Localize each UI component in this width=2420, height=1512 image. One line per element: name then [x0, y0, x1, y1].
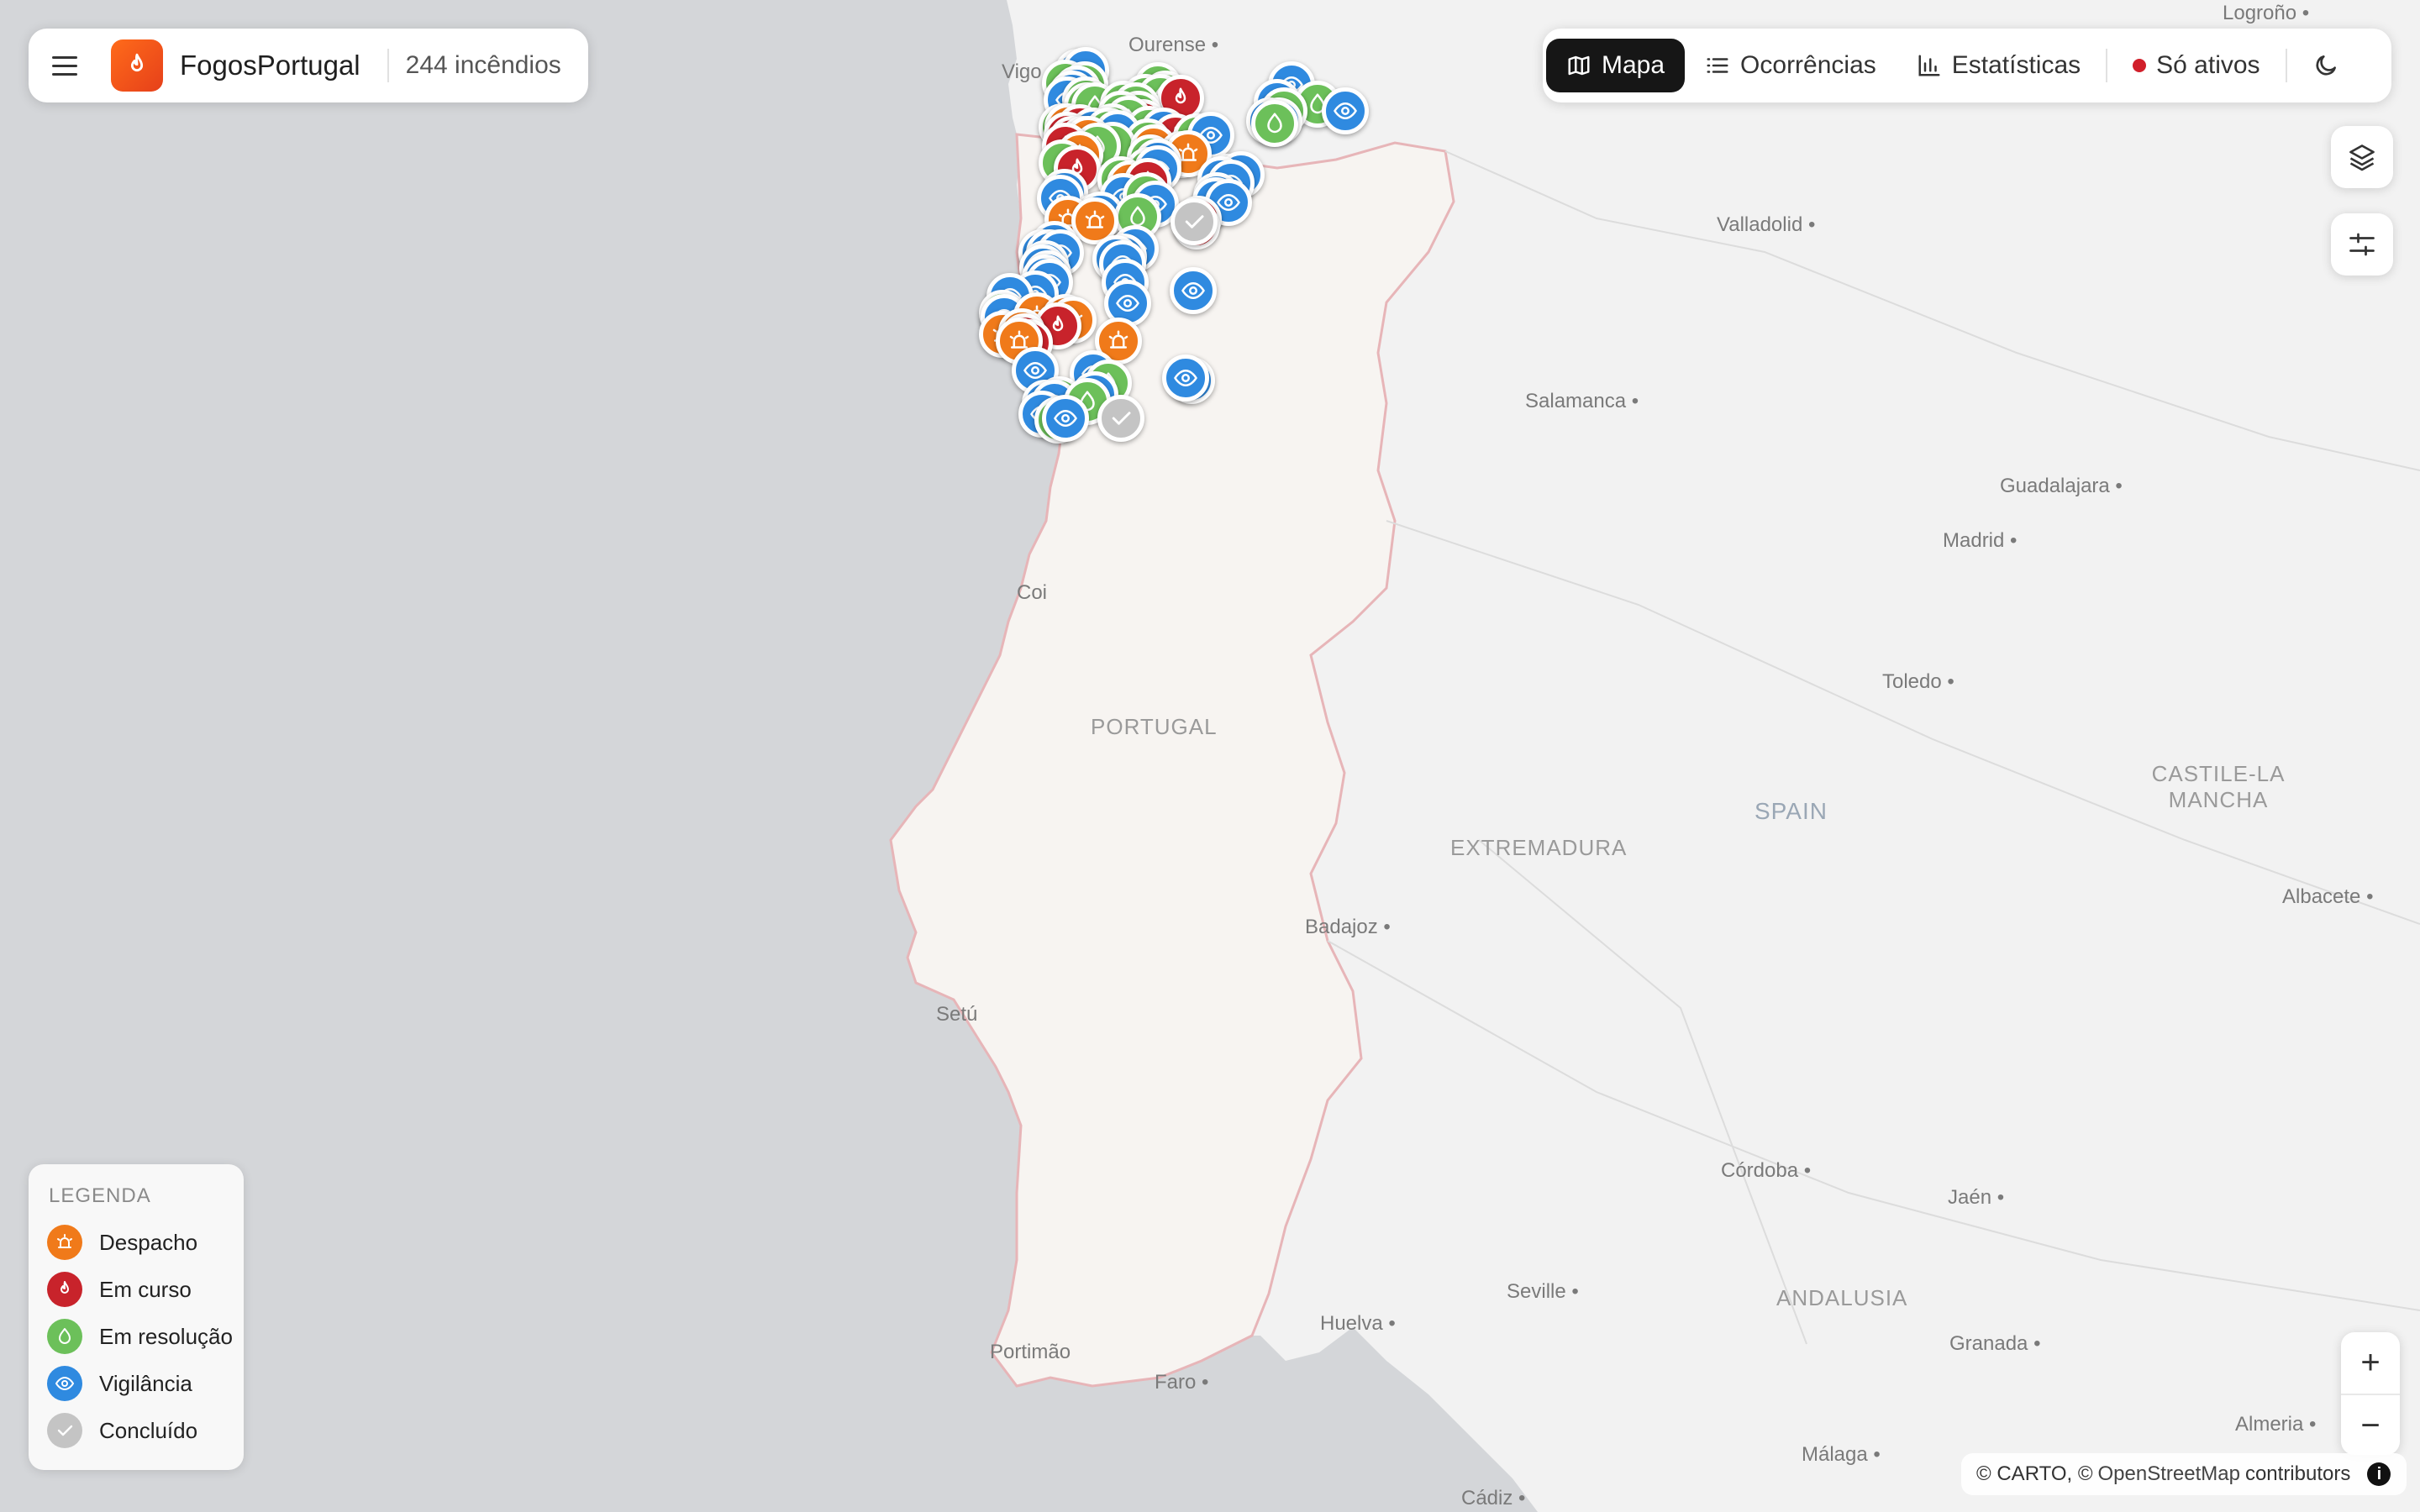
- drop-icon: [1267, 113, 1282, 134]
- layers-button[interactable]: [2331, 126, 2393, 188]
- filters-button[interactable]: [2331, 213, 2393, 276]
- legend-item-concluido: Concluído: [47, 1413, 197, 1448]
- legend-item-em-curso: Em curso: [47, 1272, 192, 1307]
- flame-logo-icon: [111, 39, 163, 92]
- legend-title: LEGENDA: [49, 1184, 151, 1207]
- zoom-in-button[interactable]: +: [2341, 1332, 2400, 1395]
- brand-name: FogosPortugal: [180, 50, 360, 81]
- eye-icon: [47, 1366, 82, 1401]
- bar-chart-icon: [1918, 55, 1940, 76]
- incident-marker-vigilancia[interactable]: [1042, 395, 1089, 443]
- flame-icon: [1175, 87, 1186, 104]
- divider: [2285, 49, 2287, 82]
- tab-mapa[interactable]: Mapa: [1546, 39, 1686, 92]
- legend-label: Concluído: [99, 1417, 198, 1443]
- attribution-text: contributors: [2244, 1462, 2351, 1485]
- divider: [2106, 49, 2108, 82]
- eye-icon: [1115, 295, 1139, 312]
- tab-label: Estatísticas: [1951, 51, 2081, 79]
- legend-label: Despacho: [99, 1229, 198, 1255]
- siren-icon: [1085, 210, 1104, 228]
- incident-marker-vigilancia[interactable]: [1322, 87, 1369, 135]
- osm-link[interactable]: OpenStreetMap: [2098, 1462, 2240, 1486]
- attribution-text: © CARTO, ©: [1976, 1462, 2093, 1485]
- incident-marker-vigilancia[interactable]: [1161, 354, 1209, 402]
- check-icon: [47, 1413, 82, 1448]
- eye-icon: [1181, 282, 1205, 300]
- moon-icon: [2316, 55, 2336, 76]
- check-icon: [1185, 215, 1204, 229]
- legend-panel: LEGENDA Despacho Em curso Em resolução V…: [29, 1164, 244, 1470]
- check-icon: [1112, 412, 1131, 425]
- incident-marker-vigilancia[interactable]: [1169, 267, 1217, 315]
- incident-marker-concluido[interactable]: [1171, 198, 1218, 246]
- legend-item-vigilancia: Vigilância: [47, 1366, 192, 1401]
- layers-icon: [2349, 144, 2375, 171]
- siren-icon: [47, 1225, 82, 1260]
- list-icon: [1707, 58, 1728, 73]
- incident-count: 244 incêndios: [405, 51, 561, 79]
- legend-label: Em curso: [99, 1276, 192, 1302]
- legend-label: Vigilância: [99, 1370, 192, 1396]
- eye-icon: [1173, 369, 1197, 386]
- red-dot-icon: [2133, 59, 2147, 72]
- theme-toggle-button[interactable]: [2292, 39, 2360, 92]
- map-icon: [1568, 55, 1590, 76]
- flame-icon: [47, 1272, 82, 1307]
- legend-item-em-resolucao: Em resolução: [47, 1319, 233, 1354]
- info-icon[interactable]: i: [2367, 1462, 2391, 1486]
- tab-label: Mapa: [1602, 51, 1665, 79]
- map-attribution: © CARTO, © OpenStreetMap contributors i: [1961, 1453, 2407, 1495]
- toggle-so-ativos[interactable]: Só ativos: [2112, 39, 2280, 92]
- divider: [387, 49, 389, 82]
- siren-icon: [1108, 330, 1128, 349]
- brand-bar: FogosPortugal 244 incêndios: [29, 29, 588, 102]
- zoom-out-button[interactable]: −: [2341, 1395, 2400, 1457]
- incident-marker-concluido[interactable]: [1097, 395, 1144, 443]
- eye-icon: [1054, 410, 1077, 428]
- legend-item-despacho: Despacho: [47, 1225, 197, 1260]
- eye-icon: [1334, 102, 1357, 120]
- tab-ocorrencias[interactable]: Ocorrências: [1685, 39, 1897, 92]
- menu-icon[interactable]: [52, 49, 86, 82]
- sliders-icon: [2349, 233, 2375, 256]
- tab-label: Só ativos: [2156, 51, 2260, 79]
- tab-estatisticas[interactable]: Estatísticas: [1897, 39, 2101, 92]
- tab-label: Ocorrências: [1740, 51, 1876, 79]
- zoom-controls: + −: [2341, 1332, 2400, 1455]
- legend-label: Em resolução: [99, 1323, 233, 1349]
- drop-icon: [47, 1319, 82, 1354]
- incident-markers: [0, 0, 2420, 1512]
- main-nav: Mapa Ocorrências Estatísticas Só ativos: [1543, 29, 2391, 102]
